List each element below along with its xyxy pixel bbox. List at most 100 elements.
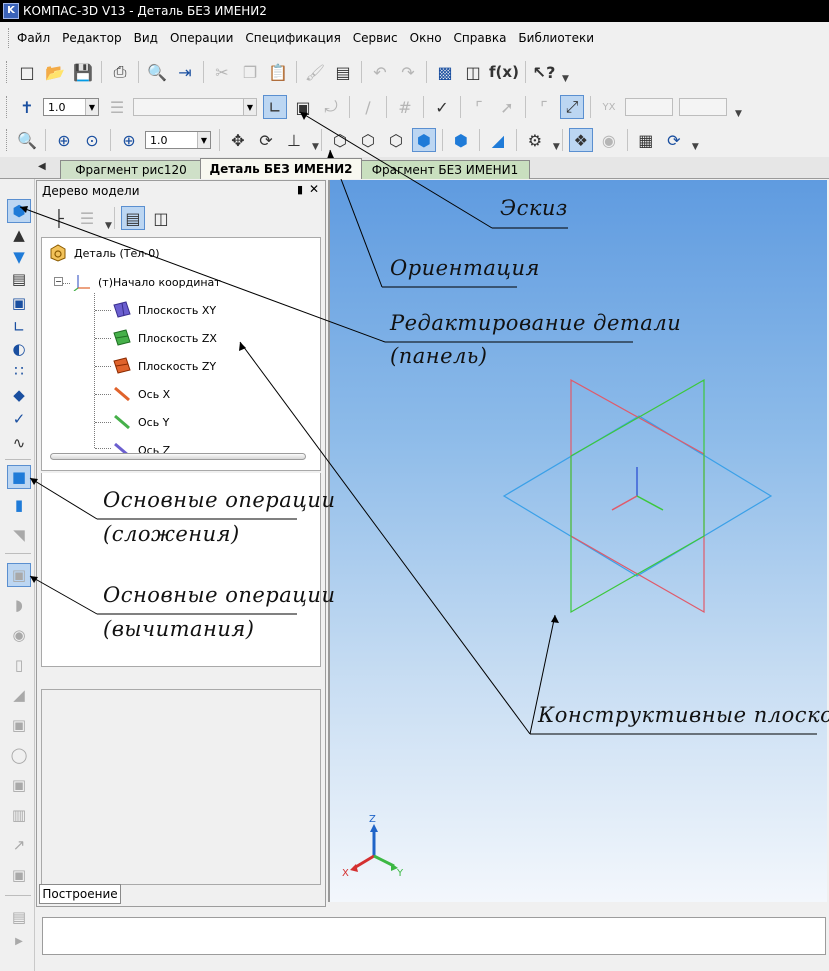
tree-item-plane-zx[interactable]: Плоскость ZX [112, 329, 217, 347]
spec-icon[interactable]: ▤ [7, 267, 31, 291]
tab-fragment-noname1[interactable]: Фрагмент БЕЗ ИМЕНИ1 [360, 160, 530, 179]
sketch-geometry-icon[interactable]: ▲ [7, 223, 31, 247]
hole-icon[interactable]: ◉ [7, 623, 31, 647]
round-icon[interactable]: ⌜ [532, 95, 556, 119]
toolbar-overflow-icon[interactable]: ▼ [562, 74, 569, 84]
tree-structure-icon[interactable]: ├ [47, 206, 71, 230]
coord-y-field[interactable] [679, 98, 727, 116]
expand-arrow-icon[interactable]: ▶ [7, 929, 31, 953]
cut-rotate-icon[interactable]: ◗ [7, 593, 31, 617]
chevron-down-icon[interactable]: ▼ [105, 221, 112, 231]
toolbar-overflow-icon[interactable]: ▼ [692, 142, 699, 152]
cut-kinematic-icon[interactable]: ▯ [7, 653, 31, 677]
menu-operations[interactable]: Операции [170, 31, 233, 45]
zoom-in-icon[interactable]: ⊕ [52, 128, 76, 152]
tree-list-icon[interactable]: ▤ [120, 206, 145, 230]
mcx-icon[interactable]: ◉ [597, 128, 621, 152]
coord-x-field[interactable] [625, 98, 673, 116]
zoom-window-icon[interactable]: 🔍 [15, 128, 39, 152]
tab-fragment-120[interactable]: Фрагмент рис120 [60, 160, 202, 179]
chevron-down-icon[interactable]: ▼ [243, 99, 256, 115]
filter-icon[interactable]: ▼ [7, 245, 31, 269]
zoom-combo[interactable]: 1.0 ▼ [145, 131, 211, 149]
tab-construction[interactable]: Построение [39, 884, 121, 904]
hidden-lines-icon[interactable]: ⬡ [356, 128, 380, 152]
print-icon[interactable]: ⎙ [108, 60, 132, 84]
mirror-icon[interactable]: ▤ [7, 905, 31, 929]
hidden-thin-icon[interactable]: ⬡ [384, 128, 408, 152]
new-document-icon[interactable]: □ [15, 60, 39, 84]
preview-icon[interactable]: 🔍 [145, 60, 169, 84]
cut-icon[interactable]: ✂ [210, 60, 234, 84]
zoom-fit-icon[interactable]: ⊙ [80, 128, 104, 152]
local-cs-icon[interactable]: ✓ [430, 95, 454, 119]
layer-icon[interactable]: ☰ [105, 95, 129, 119]
orientation-icon[interactable]: ⊥ [282, 128, 306, 152]
view-triad[interactable]: Z X Y [342, 814, 404, 879]
arrays-icon[interactable]: ∷ [7, 359, 31, 383]
rebuild-icon[interactable]: ⟳ [662, 128, 686, 152]
rotate-op-icon[interactable]: ▮ [7, 493, 31, 517]
undo-icon[interactable]: ↶ [368, 60, 392, 84]
tree-origin[interactable]: (т)Начало координат [72, 273, 221, 291]
sketch-icon[interactable]: ∟ [263, 95, 287, 119]
cs-axes-icon[interactable]: ➚ [495, 95, 519, 119]
chamfer-icon[interactable]: ▣ [7, 773, 31, 797]
tree-item-plane-zy[interactable]: Плоскость ZY [112, 357, 216, 375]
pan-icon[interactable]: ✥ [226, 128, 250, 152]
properties-icon[interactable]: ▤ [331, 60, 355, 84]
horizontal-scrollbar[interactable] [50, 453, 306, 460]
open-folder-icon[interactable]: 📂 [43, 60, 67, 84]
extrude-icon[interactable]: ■ [7, 465, 31, 489]
cut-extrude-icon[interactable]: ▣ [7, 563, 31, 587]
pin-icon[interactable]: ▮ [297, 183, 303, 196]
menu-help[interactable]: Справка [454, 31, 507, 45]
tree-split-icon[interactable]: ◫ [149, 206, 173, 230]
surfaces-icon[interactable]: ◐ [7, 337, 31, 361]
step-icon[interactable]: ✝ [15, 95, 39, 119]
aux-geometry-icon[interactable]: ◆ [7, 383, 31, 407]
layer-combo[interactable]: ▼ [133, 98, 257, 116]
redo-icon[interactable]: ↷ [396, 60, 420, 84]
toolbar-grip[interactable] [6, 129, 9, 151]
model-viewport[interactable]: Z X Y [328, 180, 827, 902]
save-icon[interactable]: 💾 [71, 60, 95, 84]
tab-part-noname2[interactable]: Деталь БЕЗ ИМЕНИ2 [200, 158, 362, 179]
show-hide-icon[interactable]: ⚙ [523, 128, 547, 152]
menu-libraries[interactable]: Библиотеки [518, 31, 594, 45]
halftone-edges-icon[interactable]: ⬢ [449, 128, 473, 152]
close-icon[interactable]: ✕ [309, 182, 319, 196]
copy-icon[interactable]: ❐ [238, 60, 262, 84]
variables-icon[interactable]: f(x) [489, 60, 519, 84]
menu-window[interactable]: Окно [410, 31, 442, 45]
rib-icon[interactable]: ▥ [7, 803, 31, 827]
rotate-icon[interactable]: ⤾ [319, 95, 343, 119]
menu-service[interactable]: Сервис [353, 31, 398, 45]
collapse-icon[interactable]: − [54, 277, 63, 286]
tree-item-axis-y[interactable]: Ось Y [112, 413, 169, 431]
menu-view[interactable]: Вид [134, 31, 158, 45]
insert-icon[interactable]: ⇥ [173, 60, 197, 84]
command-line-field[interactable] [42, 917, 826, 955]
step-combo[interactable]: 1.0 ▼ [43, 98, 99, 116]
toolbar-overflow-icon[interactable]: ▼ [735, 109, 742, 119]
chevron-down-icon[interactable]: ▼ [85, 99, 98, 115]
grid-icon[interactable]: # [393, 95, 417, 119]
kinematic-icon[interactable]: ◥ [7, 523, 31, 547]
chevron-down-icon[interactable]: ▼ [553, 142, 560, 152]
ortho-icon[interactable]: ⌜ [467, 95, 491, 119]
views-icon[interactable]: ▣ [7, 291, 31, 315]
rotate-view-icon[interactable]: ⟳ [254, 128, 278, 152]
toolbar-grip[interactable] [6, 61, 9, 83]
library-icon[interactable]: ◫ [461, 60, 485, 84]
cut-loft-icon[interactable]: ◢ [7, 683, 31, 707]
tree-filter-icon[interactable]: ☰ [75, 206, 99, 230]
edit-part-icon[interactable]: ▣ [291, 95, 315, 119]
diagnostics-icon[interactable]: ✓ [7, 407, 31, 431]
chevron-down-icon[interactable]: ▼ [197, 132, 210, 148]
chevron-down-icon[interactable]: ▼ [312, 142, 319, 152]
zoom-scale-icon[interactable]: ⊕ [117, 128, 141, 152]
incline-icon[interactable]: ↗ [7, 833, 31, 857]
toolbar-grip[interactable] [6, 96, 9, 118]
tree-root[interactable]: Деталь (Тел-0) [48, 244, 160, 262]
